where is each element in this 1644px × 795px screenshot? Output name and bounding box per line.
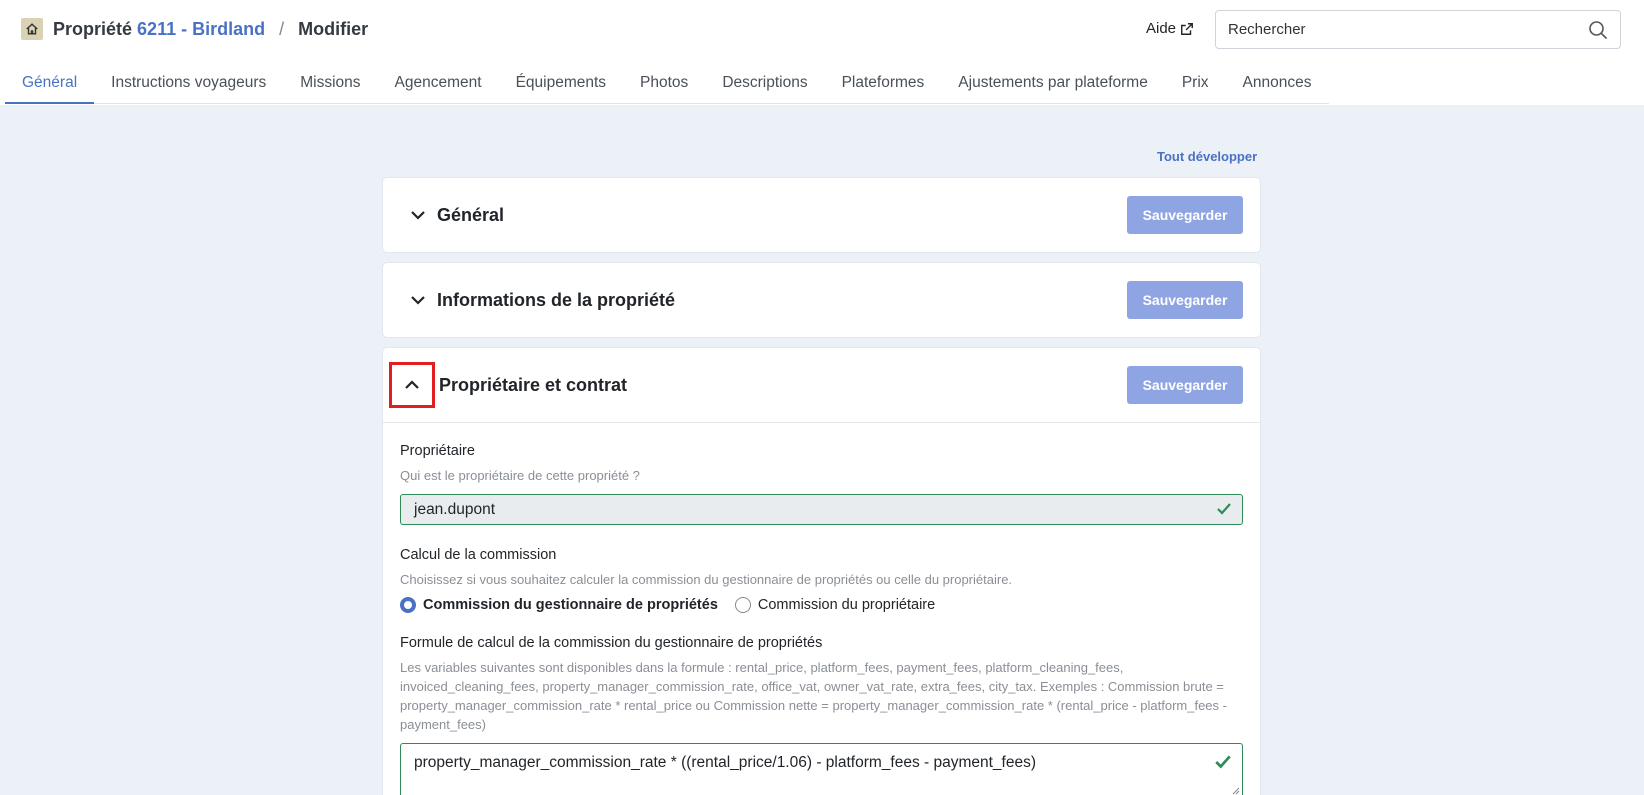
formula-help: Les variables suivantes sont disponibles…: [400, 660, 1227, 732]
radio-gestionnaire[interactable]: [400, 597, 416, 613]
formula-textarea[interactable]: property_manager_commission_rate * ((ren…: [400, 743, 1243, 795]
section-title: Informations de la propriété: [437, 289, 676, 310]
owner-help: Qui est le propriétaire de cette proprié…: [400, 468, 640, 483]
tab-annonces[interactable]: Annonces: [1226, 64, 1329, 104]
section-body: Propriétaire Qui est le propriétaire de …: [383, 422, 1260, 795]
commission-help: Choisissez si vous souhaitez calculer la…: [400, 572, 1013, 587]
check-icon: [1215, 755, 1231, 769]
save-button[interactable]: Sauvegarder: [1127, 281, 1243, 319]
home-icon[interactable]: [21, 18, 43, 40]
save-button[interactable]: Sauvegarder: [1127, 196, 1243, 234]
tab-photos[interactable]: Photos: [623, 64, 705, 104]
chevron-down-icon[interactable]: [403, 285, 433, 315]
save-button[interactable]: Sauvegarder: [1127, 366, 1243, 404]
section-general: Général Sauvegarder: [382, 177, 1261, 253]
section-title: Propriétaire et contrat: [439, 374, 628, 395]
title-prefix: Propriété: [53, 18, 133, 39]
commission-options: Commission du gestionnaire de propriétés…: [400, 597, 1243, 613]
search-input[interactable]: [1216, 11, 1566, 48]
tab-missions[interactable]: Missions: [283, 64, 377, 104]
radio-label-proprietaire[interactable]: Commission du propriétaire: [758, 597, 935, 613]
search-box: [1215, 10, 1621, 49]
commission-label: Calcul de la commission: [400, 547, 557, 563]
help-link[interactable]: Aide: [1146, 20, 1194, 37]
chevron-up-icon[interactable]: [389, 362, 435, 408]
owner-label: Propriétaire: [400, 443, 475, 459]
tab-agencement[interactable]: Agencement: [378, 64, 499, 104]
top-bar: Propriété 6211 - Birdland / Modifier Aid…: [0, 0, 1644, 105]
tab-plateformes[interactable]: Plateformes: [825, 64, 942, 104]
help-label: Aide: [1146, 20, 1177, 37]
page-title: Propriété 6211 - Birdland / Modifier: [53, 19, 368, 40]
resize-handle-icon[interactable]: [1231, 786, 1240, 795]
radio-proprietaire[interactable]: [734, 597, 751, 613]
chevron-down-icon[interactable]: [403, 200, 433, 230]
tab-prix[interactable]: Prix: [1165, 64, 1226, 104]
owner-value: jean.dupont: [414, 501, 496, 518]
check-icon: [1217, 503, 1231, 515]
tab-ajustements[interactable]: Ajustements par plateforme: [941, 64, 1165, 104]
radio-label-gestionnaire[interactable]: Commission du gestionnaire de propriétés: [423, 597, 718, 613]
section-informations: Informations de la propriété Sauvegarder: [382, 262, 1261, 338]
section-header: Général Sauvegarder: [383, 178, 1260, 252]
section-header: Informations de la propriété Sauvegarder: [383, 263, 1260, 337]
section-header: Propriétaire et contrat Sauvegarder: [383, 348, 1260, 422]
tab-equipements[interactable]: Équipements: [499, 64, 623, 104]
breadcrumb-separator: /: [279, 18, 285, 39]
tab-descriptions[interactable]: Descriptions: [705, 64, 824, 104]
section-proprietaire-contrat: Propriétaire et contrat Sauvegarder Prop…: [382, 347, 1261, 795]
search-icon[interactable]: [1588, 20, 1608, 40]
tab-bar: Général Instructions voyageurs Missions …: [5, 64, 1329, 104]
breadcrumb: Propriété 6211 - Birdland / Modifier: [21, 18, 368, 40]
property-link[interactable]: 6211 - Birdland: [137, 19, 265, 39]
owner-field[interactable]: jean.dupont: [400, 494, 1243, 525]
formula-label: Formule de calcul de la commission du ge…: [400, 635, 823, 651]
external-link-icon: [1181, 22, 1193, 35]
tab-general[interactable]: Général: [5, 64, 95, 104]
formula-value: property_manager_commission_rate * ((ren…: [414, 754, 1037, 771]
title-page: Modifier: [298, 18, 369, 39]
section-title: Général: [437, 204, 505, 225]
tab-instructions-voyageurs[interactable]: Instructions voyageurs: [94, 64, 283, 104]
expand-all-link[interactable]: Tout développer: [1157, 149, 1257, 164]
